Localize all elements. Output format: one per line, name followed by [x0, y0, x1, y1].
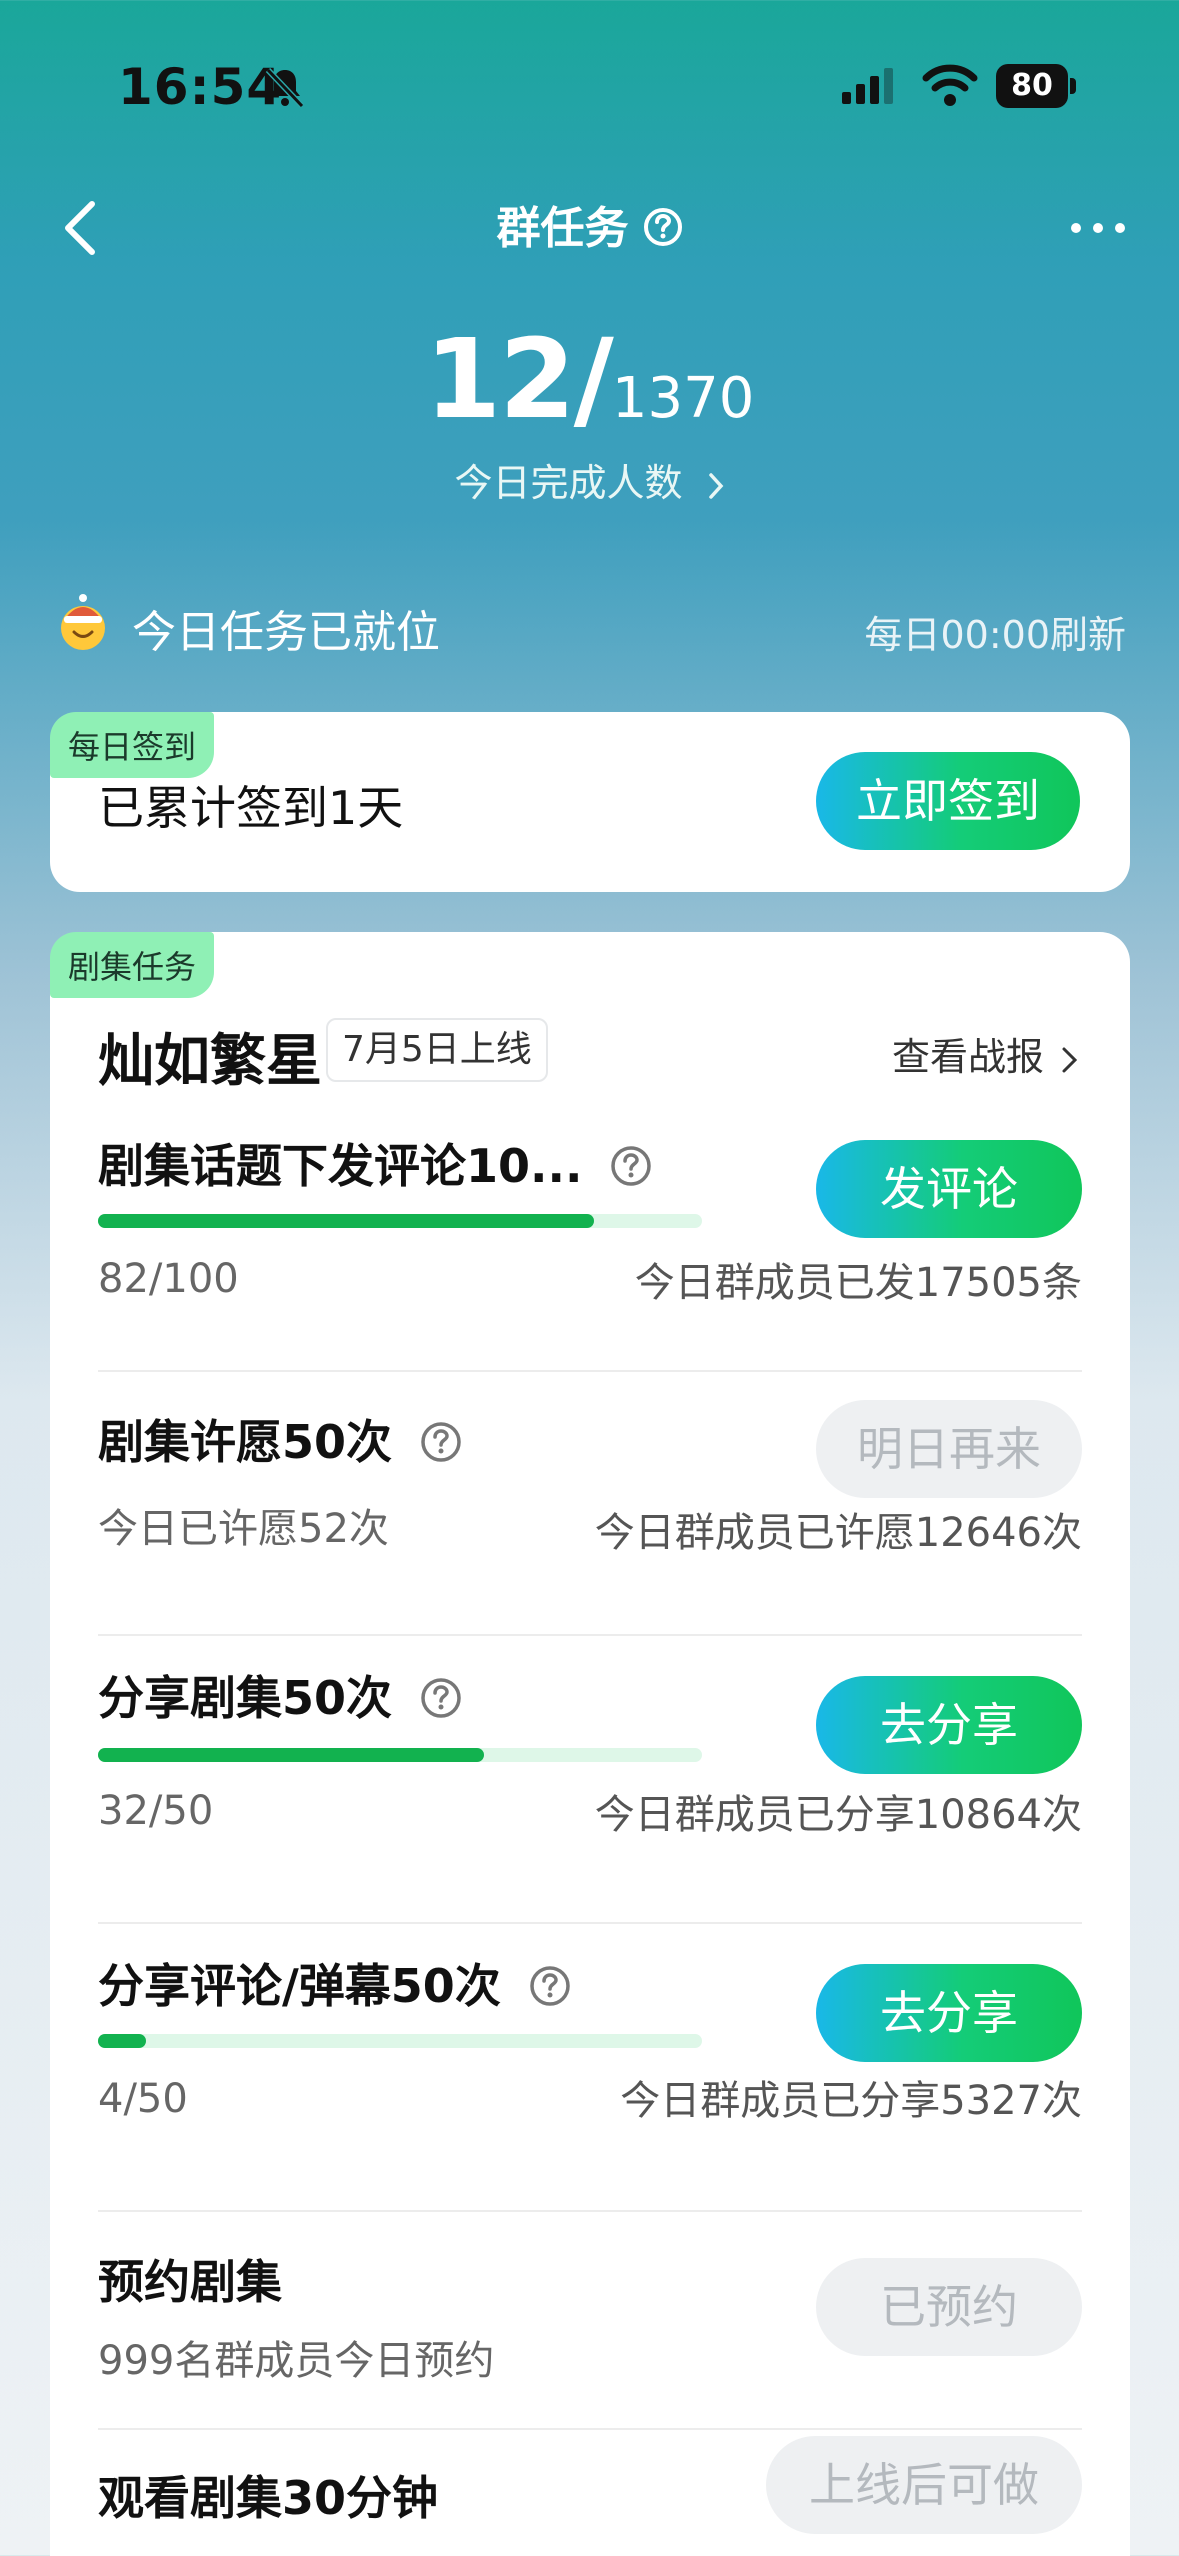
more-options-icon[interactable]: [1068, 220, 1128, 236]
page-title: 群任务: [0, 192, 1179, 256]
task-share-comment: 分享评论/弹幕50次 去分享 4/50 今日群成员已分享5327次: [98, 1950, 1082, 2140]
task-title: 分享剧集50次: [98, 1662, 462, 1728]
task-title: 分享评论/弹幕50次: [98, 1950, 571, 2016]
task-title: 预约剧集: [98, 2246, 282, 2312]
divider: [98, 2428, 1082, 2430]
member-total: 1370: [611, 366, 755, 431]
help-icon[interactable]: [420, 1677, 462, 1719]
wifi-icon: [922, 64, 978, 106]
drama-task-card: 剧集任务 灿如繁星 7月5日上线 查看战报 剧集话题下发评论10... 发评论 …: [50, 932, 1130, 2556]
help-icon[interactable]: [610, 1145, 652, 1187]
completion-caption: 今日完成人数: [454, 461, 683, 505]
task-progress-count: 82/100: [98, 1256, 239, 1302]
completion-stats: 12/1370: [0, 315, 1179, 443]
group-stat-text: 今日群成员已分享5327次: [620, 2078, 1082, 2124]
reserve-count-text: 999名群成员今日预约: [98, 2338, 495, 2384]
task-title-text: 剧集话题下发评论10...: [98, 1139, 583, 1193]
chevron-right-icon: [1062, 1047, 1078, 1072]
refresh-time-text: 每日00:00刷新: [864, 613, 1126, 657]
view-report-label: 查看战报: [891, 1035, 1044, 1079]
help-icon[interactable]: [420, 1421, 462, 1463]
task-watch: 观看剧集30分钟 上线后可做: [98, 2436, 1082, 2556]
signin-button[interactable]: 立即签到: [816, 752, 1080, 850]
task-progress-bar: [98, 2034, 702, 2048]
completion-caption-link[interactable]: 今日完成人数: [0, 452, 1179, 507]
task-title: 剧集许愿50次: [98, 1406, 462, 1472]
page-title-text: 群任务: [496, 203, 629, 254]
help-icon[interactable]: [643, 207, 683, 247]
wish-count-text: 今日已许愿52次: [98, 1506, 389, 1552]
task-title: 剧集话题下发评论10...: [98, 1130, 652, 1196]
task-title-text: 观看剧集30分钟: [98, 2471, 439, 2525]
share-drama-button[interactable]: 去分享: [816, 1676, 1082, 1774]
reserved-button[interactable]: 已预约: [816, 2258, 1082, 2356]
post-comment-button[interactable]: 发评论: [816, 1140, 1082, 1238]
battery-level: 80: [996, 64, 1068, 108]
tasks-ready-text: 今日任务已就位: [132, 607, 440, 658]
task-progress-count: 32/50: [98, 1788, 214, 1834]
task-progress-fill: [98, 2034, 146, 2048]
task-title-text: 预约剧集: [98, 2255, 282, 2309]
status-time: 16:54: [118, 58, 283, 116]
divider: [98, 2210, 1082, 2212]
task-title-text: 分享剧集50次: [98, 1671, 393, 1725]
available-after-release-button[interactable]: 上线后可做: [766, 2436, 1082, 2534]
task-title: 观看剧集30分钟: [98, 2462, 438, 2528]
task-share-drama: 分享剧集50次 去分享 32/50 今日群成员已分享10864次: [98, 1662, 1082, 1852]
task-wish: 剧集许愿50次 明日再来 今日已许愿52次 今日群成员已许愿12646次: [98, 1400, 1082, 1556]
group-stat-text: 今日群成员已分享10864次: [594, 1792, 1082, 1838]
task-progress-bar: [98, 1748, 702, 1762]
divider: [98, 1634, 1082, 1636]
chevron-right-icon: [708, 472, 723, 499]
group-stat-text: 今日群成员已许愿12646次: [594, 1510, 1082, 1556]
help-icon[interactable]: [529, 1965, 571, 2007]
share-comment-button[interactable]: 去分享: [816, 1964, 1082, 2062]
task-progress-bar: [98, 1214, 702, 1228]
tasks-ready-row: 今日任务已就位 每日00:00刷新: [54, 590, 1126, 660]
view-report-link[interactable]: 查看战报: [892, 1026, 1080, 1081]
task-title-text: 剧集许愿50次: [98, 1415, 393, 1469]
task-progress-count: 4/50: [98, 2076, 188, 2122]
bell-muted-icon: [265, 67, 305, 109]
daily-signin-card: 每日签到 已累计签到1天 立即签到: [50, 712, 1130, 892]
come-back-tomorrow-button[interactable]: 明日再来: [816, 1400, 1082, 1498]
completed-count: 12/: [424, 315, 614, 443]
task-title-text: 分享评论/弹幕50次: [98, 1959, 501, 2013]
drama-title: 灿如繁星: [98, 1029, 322, 1094]
status-bar: 16:54 80: [0, 0, 1179, 170]
cellular-signal-icon: [842, 68, 893, 104]
divider: [98, 1370, 1082, 1372]
nav-bar: 群任务: [0, 180, 1179, 270]
task-reserve: 预约剧集 已预约 999名群成员今日预约: [98, 2246, 1082, 2396]
signin-streak-text: 已累计签到1天: [98, 781, 404, 835]
battery-icon: 80: [996, 64, 1076, 108]
smiling-face-icon: [61, 594, 105, 650]
group-stat-text: 今日群成员已发17505条: [634, 1260, 1082, 1306]
drama-release-date: 7月5日上线: [326, 1018, 548, 1082]
divider: [98, 1922, 1082, 1924]
task-progress-fill: [98, 1748, 484, 1762]
drama-task-tag: 剧集任务: [50, 932, 215, 998]
task-comment: 剧集话题下发评论10... 发评论 82/100 今日群成员已发17505条: [98, 1128, 1082, 1318]
signin-tag: 每日签到: [50, 712, 215, 778]
task-progress-fill: [98, 1214, 594, 1228]
